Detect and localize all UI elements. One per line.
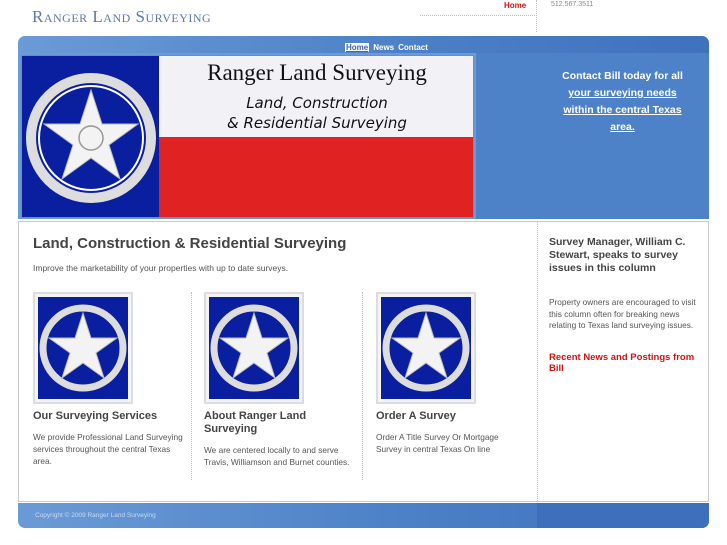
ranger-emblem-icon — [39, 304, 127, 392]
nav-item-contact[interactable]: Contact — [398, 43, 428, 52]
column-text: Order A Title Survey Or Mortgage Survey … — [376, 432, 499, 454]
column-divider — [191, 292, 192, 480]
hero-title: Ranger Land Surveying — [207, 60, 427, 85]
column-heading[interactable]: Our Surveying Services — [33, 410, 183, 423]
flag-red-stripe — [159, 137, 473, 217]
top-home-link[interactable]: Home — [504, 1, 526, 10]
header-divider-vertical — [536, 0, 537, 32]
column-text: We provide Professional Land Surveying s… — [33, 432, 183, 466]
promo-text: Contact Bill today for all your surveyin… — [555, 68, 690, 136]
hero-subtitle-line1: Land, Construction — [246, 94, 388, 112]
services-image[interactable] — [33, 292, 133, 404]
ranger-emblem-icon — [26, 73, 156, 203]
footer-bar-right — [537, 503, 709, 528]
hero-subtitle: Land, Construction & Residential Surveyi… — [162, 93, 472, 133]
column-services: Our Surveying Services We provide Profes… — [33, 292, 183, 467]
copyright: Copyright © 2009 Ranger Land Surveying — [35, 512, 156, 519]
ranger-emblem-icon — [382, 304, 470, 392]
right-text: Property owners are encouraged to visit … — [549, 297, 696, 330]
column-text: We are centered locally to and serve Tra… — [204, 445, 350, 467]
hero-banner: Ranger Land Surveying Land, Construction… — [21, 55, 474, 218]
main-nav: Home News Contact — [345, 43, 432, 52]
column-heading[interactable]: Order A Survey — [376, 410, 526, 423]
about-image[interactable] — [204, 292, 304, 404]
hero-subtitle-line2: & Residential Surveying — [227, 114, 407, 132]
column-divider — [362, 292, 363, 480]
promo-line: Contact Bill today for all — [562, 70, 683, 82]
column-order: Order A Survey Order A Title Survey Or M… — [376, 292, 526, 455]
main-subtitle: Improve the marketability of your proper… — [33, 263, 289, 273]
column-heading[interactable]: About Ranger Land Surveying — [204, 410, 354, 436]
recent-news-link[interactable]: Recent News and Postings from Bill — [549, 352, 699, 374]
column-about: About Ranger Land Surveying We are cente… — [204, 292, 354, 468]
nav-item-news[interactable]: News — [373, 43, 394, 52]
main-title: Land, Construction & Residential Surveyi… — [33, 235, 347, 252]
site-title[interactable]: Ranger Land Surveying — [32, 7, 211, 27]
nav-item-home[interactable]: Home — [345, 43, 370, 52]
order-image[interactable] — [376, 292, 476, 404]
phone-number: 512.567.3511 — [551, 1, 594, 8]
ranger-emblem-icon — [210, 304, 298, 392]
right-heading: Survey Manager, William C. Stewart, spea… — [549, 236, 686, 274]
promo-link[interactable]: your surveying needs within the central … — [555, 85, 690, 136]
header-divider — [420, 15, 537, 16]
